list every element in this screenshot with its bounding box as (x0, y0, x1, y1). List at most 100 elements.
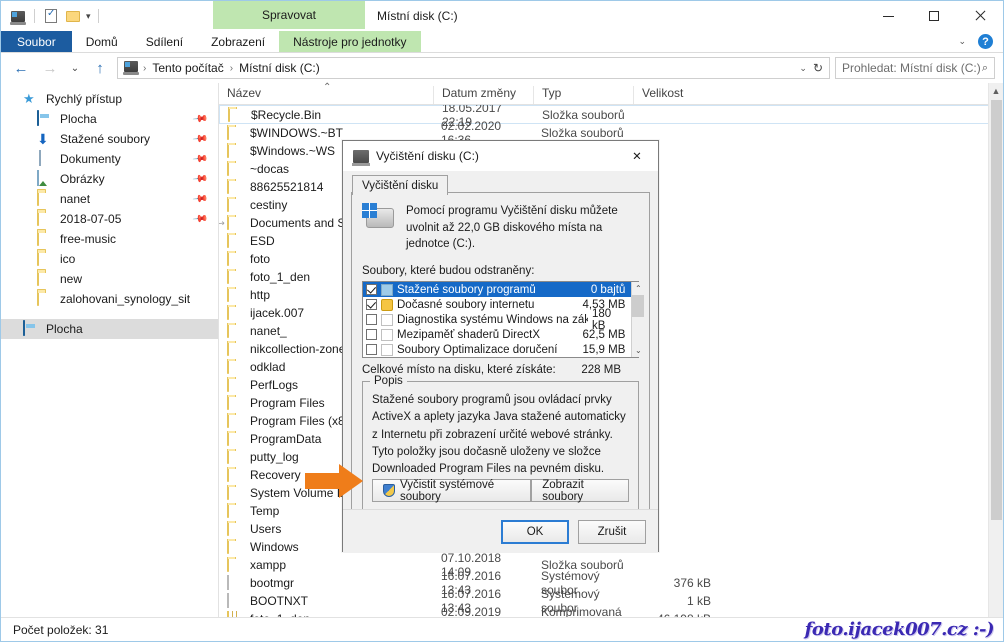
dialog-tab-vycisteni-disku[interactable]: Vyčištění disku (352, 175, 448, 195)
maximize-button[interactable] (911, 1, 957, 31)
recent-locations-button[interactable]: ⌄ (67, 56, 83, 80)
search-input[interactable]: Prohledat: Místní disk (C:) ⌕ (835, 57, 995, 79)
sidebar-item-label: ico (60, 252, 75, 266)
sidebar-item-nanet[interactable]: nanet 📌 (1, 189, 218, 209)
sidebar-item-dokumenty[interactable]: Dokumenty 📌 (1, 149, 218, 169)
folder-icon (227, 377, 243, 393)
checkbox[interactable] (366, 314, 377, 325)
address-dropdown-chevron-icon[interactable]: ⌄ (799, 63, 807, 74)
cleanup-list-scrollbar[interactable]: ⌃ ⌄ (631, 282, 644, 357)
sidebar-item-label: new (60, 272, 82, 286)
collapse-ribbon-chevron-icon[interactable]: ⌄ (958, 36, 966, 47)
tab-domu[interactable]: Domů (72, 31, 132, 52)
help-icon[interactable]: ? (978, 34, 993, 49)
dialog-close-button[interactable]: ✕ (616, 141, 658, 171)
list-item[interactable]: Diagnostika systému Windows na zákl...18… (363, 312, 631, 327)
tab-nastroje-pro-jednotky[interactable]: Nástroje pro jednotky (279, 31, 420, 52)
sidebar-item-plocha[interactable]: Plocha 📌 (1, 109, 218, 129)
checkbox[interactable] (366, 329, 377, 340)
table-row[interactable]: $Recycle.Bin18.05.2017 22:19Složka soubo… (219, 105, 1003, 124)
folder-icon (227, 485, 243, 501)
sidebar-item-label: Rychlý přístup (46, 92, 122, 106)
folder-icon (227, 161, 243, 177)
breadcrumb-bar[interactable]: › Tento počítač › Místní disk (C:) ⌄ ↻ (117, 57, 830, 79)
star-icon: ★ (23, 91, 39, 107)
file-name-label: Temp (250, 504, 279, 518)
column-header-name[interactable]: Název ⌃ (219, 86, 433, 104)
sidebar-item-plocha-selected[interactable]: Plocha (1, 319, 218, 339)
list-scroll-down-icon[interactable]: ⌄ (635, 344, 642, 357)
minimize-button[interactable] (865, 1, 911, 31)
sidebar-item-ico[interactable]: ico (1, 249, 218, 269)
breadcrumb-tento-pocitac[interactable]: Tento počítač (148, 60, 227, 76)
folder-icon (227, 539, 243, 555)
arrow-hint-icon (305, 461, 365, 501)
sidebar-item-zalohovani-synology-sit[interactable]: zalohovani_synology_sit (1, 289, 218, 309)
clean-system-files-button[interactable]: Vyčistit systémové soubory (372, 479, 531, 502)
breadcrumb-mistni-disk[interactable]: Místní disk (C:) (235, 60, 324, 76)
folder-icon (227, 269, 243, 285)
sidebar-item-stazene-soubory[interactable]: ⬇ Stažené soubory 📌 (1, 129, 218, 149)
list-item[interactable]: Stažené soubory programů 0 bajtů (363, 282, 631, 297)
sidebar-item-new[interactable]: new (1, 269, 218, 289)
column-header-type[interactable]: Typ (533, 86, 633, 104)
cleanup-item-size: 0 bajtů (591, 284, 632, 296)
up-button[interactable]: ↑ (88, 56, 112, 80)
watermark-text: foto.ijacek007.cz :-) (805, 619, 994, 640)
view-files-button[interactable]: Zobrazit soubory (531, 479, 629, 502)
cleanup-items-list[interactable]: Stažené soubory programů0 bajtůDočasné s… (362, 281, 639, 358)
pin-icon: 📌 (191, 151, 208, 167)
breadcrumb-separator-2: › (230, 63, 233, 74)
scroll-up-icon[interactable]: ▲ (992, 83, 1001, 98)
sidebar-item-label: 2018-07-05 (60, 212, 121, 226)
download-icon: ⬇ (37, 131, 53, 147)
list-scrollbar-thumb[interactable] (632, 295, 644, 317)
tab-zobrazeni[interactable]: Zobrazení (197, 31, 279, 52)
item-count-label: Počet položek: 31 (13, 623, 108, 637)
folder-icon (227, 557, 243, 573)
sidebar-item-2018-07-05[interactable]: 2018-07-05 📌 (1, 209, 218, 229)
address-bar-right: ⌄ ↻ (799, 61, 825, 75)
cleanup-item-label: Stažené soubory programů (397, 284, 536, 296)
checkbox[interactable] (366, 284, 377, 295)
dialog-footer: OK Zrušit (343, 509, 658, 553)
column-header-size[interactable]: Velikost (633, 86, 719, 104)
folder-icon (227, 143, 243, 159)
disk-cleanup-icon (353, 150, 369, 163)
customize-toolbar-chevron-icon[interactable]: ▾ (86, 12, 91, 21)
sidebar-item-free-music[interactable]: free-music (1, 229, 218, 249)
table-row[interactable]: foto_1_den02.09.2019 20:07Komprimovaná s… (219, 610, 1003, 617)
pin-icon: 📌 (191, 171, 208, 187)
sidebar-item-label: Obrázky (60, 172, 105, 186)
cleanup-item-size: 15,9 MB (583, 344, 632, 356)
this-pc-icon[interactable] (9, 7, 27, 25)
cancel-button[interactable]: Zrušit (578, 520, 646, 544)
list-item[interactable]: Mezipaměť shaderů DirectX62,5 MB (363, 327, 631, 342)
clean-system-files-label: Vyčistit systémové soubory (400, 479, 520, 503)
new-folder-icon[interactable] (64, 7, 82, 25)
ok-button[interactable]: OK (501, 520, 569, 544)
file-name-label: ProgramData (250, 432, 321, 446)
file-name-cell: xampp (219, 557, 433, 573)
cleanup-item-label: Mezipaměť shaderů DirectX (397, 329, 540, 341)
forward-button[interactable]: → (38, 56, 62, 80)
tab-sdileni[interactable]: Sdílení (132, 31, 197, 52)
checkbox[interactable] (366, 299, 377, 310)
folder-icon (227, 395, 243, 411)
file-list-scrollbar[interactable]: ▲ (988, 83, 1003, 617)
list-item[interactable]: Soubory Optimalizace doručení15,9 MB (363, 342, 631, 357)
close-button[interactable] (957, 1, 1003, 31)
list-scroll-up-icon[interactable]: ⌃ (635, 282, 642, 295)
file-type-cell: Komprimovaná sl... (533, 605, 633, 617)
file-name-label: putty_log (250, 450, 299, 464)
checkbox[interactable] (366, 344, 377, 355)
sidebar-item-rychly-pristup[interactable]: ★ Rychlý přístup (1, 89, 218, 109)
sidebar-item-obrazky[interactable]: Obrázky 📌 (1, 169, 218, 189)
column-header-date[interactable]: Datum změny (433, 86, 533, 104)
refresh-icon[interactable]: ↻ (813, 61, 823, 75)
scrollbar-thumb[interactable] (991, 100, 1002, 520)
tab-soubor[interactable]: Soubor (1, 31, 72, 52)
back-button[interactable]: ← (9, 56, 33, 80)
folder-icon (227, 323, 243, 339)
properties-icon[interactable] (42, 7, 60, 25)
